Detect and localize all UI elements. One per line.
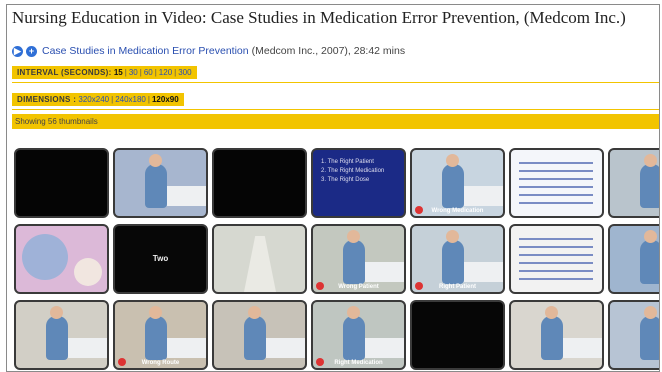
thumbnail-figure (46, 316, 68, 360)
video-details: (Medcom Inc., 2007), 28:42 mins (251, 45, 406, 57)
thumbnail-figure (644, 306, 657, 319)
video-title-link[interactable]: Case Studies in Medication Error Prevent… (42, 45, 249, 57)
thumbnail-figure (446, 230, 459, 243)
thumbnail[interactable] (509, 300, 604, 370)
interval-label: INTERVAL (SECONDS): (17, 68, 112, 77)
thumbnail-caption: Wrong Patient (338, 284, 379, 290)
thumbnail-figure (644, 230, 657, 243)
thumbnail-caption: Right Medication (334, 360, 383, 366)
thumbnail-text-line (519, 178, 593, 180)
thumbnail-figure (347, 306, 360, 319)
video-info-line: ▶ + Case Studies in Medication Error Pre… (12, 45, 405, 57)
thumbnail[interactable] (14, 148, 109, 218)
thumbnail[interactable] (608, 300, 659, 370)
thumbnail-figure (149, 306, 162, 319)
thumbnail-figure (644, 154, 657, 167)
thumbnail[interactable] (509, 148, 604, 218)
dims-option-320x240[interactable]: 320x240 (78, 95, 109, 104)
interval-selector: INTERVAL (SECONDS): 15 | 30 | 60 | 120 | 300 (12, 66, 197, 79)
thumbnail-figure (248, 306, 261, 319)
thumbnail-text-line (519, 238, 593, 240)
thumbnail-text: 1. The Right Patient 2. The Right Medica… (321, 159, 385, 183)
thumbnail-figure (545, 306, 558, 319)
thumbnail[interactable] (212, 300, 307, 370)
thumbnail-figure (640, 164, 659, 208)
thumbnail[interactable]: Right Patient (410, 224, 505, 294)
thumbnail[interactable] (113, 148, 208, 218)
thumbnail-bed (464, 186, 503, 206)
dimensions-selector: DIMENSIONS : 320x240 | 240x180 | 120x90 (12, 93, 184, 106)
thumbnail-figure (343, 240, 365, 284)
thumbnail-caption: Wrong Route (141, 360, 180, 366)
thumbnail[interactable]: Wrong Patient (311, 224, 406, 294)
thumbnail-hallway (244, 236, 276, 292)
thumbnail-figure (149, 154, 162, 167)
interval-option-15[interactable]: 15 (114, 68, 123, 77)
thumbnail[interactable] (410, 300, 505, 370)
thumbnail-bed (167, 186, 206, 206)
thumbnail-figure (145, 316, 167, 360)
thumbnail-figure (244, 316, 266, 360)
interval-option-60[interactable]: 60 (144, 68, 153, 77)
thumbnail-text-line (519, 254, 593, 256)
thumbnail-figure (442, 240, 464, 284)
thumbnail-figure (640, 316, 659, 360)
thumbnail-figure (50, 306, 63, 319)
play-icon[interactable]: ▶ (12, 45, 23, 57)
thumbnail-text-line (519, 246, 593, 248)
thumbnail-bed (365, 262, 404, 282)
dimensions-label: DIMENSIONS : (17, 95, 77, 104)
interval-option-30[interactable]: 30 (129, 68, 138, 77)
thumbnail-figure (442, 164, 464, 208)
divider (12, 82, 659, 83)
thumbnail-count: Showing 56 thumbnails (12, 114, 659, 129)
thumbnail-bed (464, 262, 503, 282)
thumbnail[interactable]: Wrong Medication (410, 148, 505, 218)
thumbnail-text-line (519, 186, 593, 188)
thumbnail-figure (446, 154, 459, 167)
thumbnail-bed (563, 338, 602, 358)
thumbnail[interactable]: Two (113, 224, 208, 294)
thumbnail[interactable]: 1. The Right Patient 2. The Right Medica… (311, 148, 406, 218)
thumbnail-bed (266, 338, 305, 358)
thumbnail[interactable] (14, 300, 109, 370)
thumbnail-text: Two (152, 254, 169, 263)
thumbnail-bed (167, 338, 206, 358)
thumbnail-text-line (519, 170, 593, 172)
divider (12, 109, 659, 110)
thumbnail[interactable] (509, 224, 604, 294)
thumbnail-text-line (519, 278, 593, 280)
thumbnail-figure (640, 240, 659, 284)
thumbnail[interactable] (14, 224, 109, 294)
thumbnail[interactable]: Wrong Route (113, 300, 208, 370)
thumbnail-text-line (519, 162, 593, 164)
thumbnail-text-line (519, 262, 593, 264)
thumbnail[interactable]: Right Medication (311, 300, 406, 370)
thumbnail[interactable] (212, 148, 307, 218)
thumbnail-circle (22, 234, 68, 280)
thumbnail-text-line (519, 202, 593, 204)
thumbnail-text-line (519, 194, 593, 196)
thumbnail-figure (343, 316, 365, 360)
thumbnail[interactable] (212, 224, 307, 294)
thumbnail-figure (541, 316, 563, 360)
thumbnail-text-line (519, 270, 593, 272)
page-frame: Nursing Education in Video: Case Studies… (6, 4, 660, 372)
dims-option-120x90[interactable]: 120x90 (152, 95, 179, 104)
thumbnail-caption: Right Patient (439, 284, 476, 290)
thumbnail-figure (347, 230, 360, 243)
thumbnail-bed (365, 338, 404, 358)
page-title: Nursing Education in Video: Case Studies… (12, 8, 626, 27)
interval-option-120[interactable]: 120 (159, 68, 172, 77)
add-icon[interactable]: + (26, 45, 37, 57)
thumbnail-figure (145, 164, 167, 208)
thumbnail-caption: Wrong Medication (431, 208, 484, 214)
thumbnail[interactable] (608, 224, 659, 294)
thumbnail[interactable] (608, 148, 659, 218)
dims-option-240x180[interactable]: 240x180 (115, 95, 146, 104)
interval-option-300[interactable]: 300 (178, 68, 191, 77)
thumbnail-circle (74, 258, 102, 286)
thumbnail-bed (68, 338, 107, 358)
